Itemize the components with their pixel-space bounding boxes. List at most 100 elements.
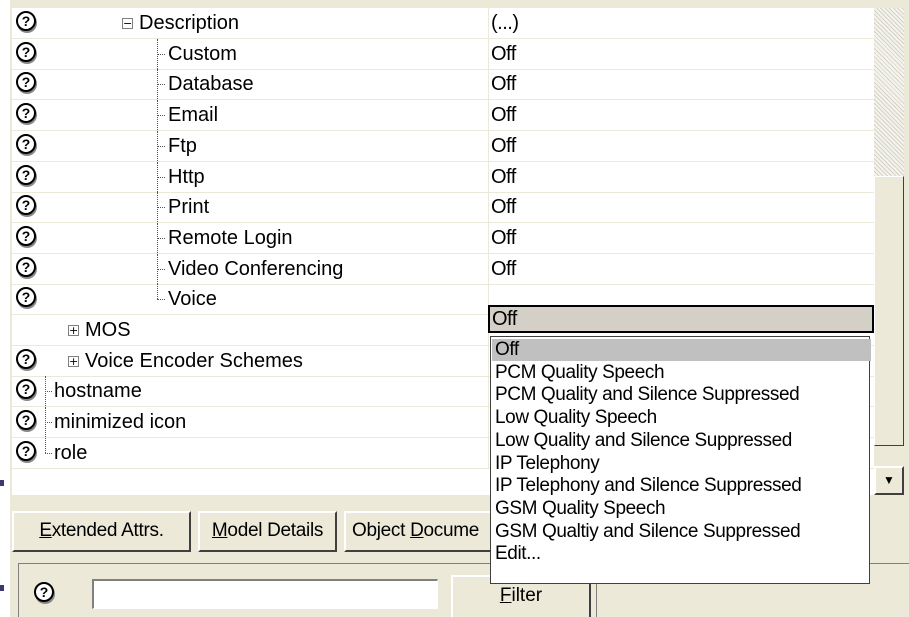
property-name-cell[interactable]: ? Ftp <box>12 131 489 161</box>
property-name: Print <box>168 196 210 218</box>
property-name-cell[interactable]: + MOS <box>12 315 489 345</box>
scrollbar-track[interactable] <box>874 8 904 176</box>
help-icon[interactable]: ? <box>16 379 36 399</box>
property-name: hostname <box>54 380 142 402</box>
property-name-cell[interactable]: ? Email <box>12 100 489 130</box>
property-name: Database <box>168 73 254 95</box>
table-row[interactable]: ? − Description (...) <box>12 8 874 39</box>
edge-marker <box>0 585 4 591</box>
filter-input[interactable] <box>92 579 438 609</box>
property-name: MOS <box>85 319 131 341</box>
help-icon[interactable]: ? <box>16 134 36 154</box>
tree-line <box>157 207 165 208</box>
property-value-cell[interactable]: Off <box>489 162 874 192</box>
dropdown-option[interactable]: Low Quality Speech <box>492 407 871 429</box>
filter-help-icon[interactable]: ? <box>34 582 54 602</box>
property-value-cell[interactable]: Off <box>489 100 874 130</box>
voice-value-combobox[interactable]: Off <box>488 305 874 333</box>
tree-line <box>157 284 158 299</box>
tree-line <box>45 438 46 453</box>
property-value-cell[interactable]: Off <box>489 223 874 253</box>
property-name: Ftp <box>168 135 197 157</box>
property-name-cell[interactable]: ? + Voice Encoder Schemes <box>12 346 489 376</box>
property-name-cell[interactable]: ? Http <box>12 162 489 192</box>
property-value-cell[interactable]: Off <box>489 69 874 99</box>
tree-line <box>157 54 165 55</box>
value-dropdown-list[interactable]: Off PCM Quality Speech PCM Quality and Sil… <box>490 336 871 584</box>
property-name: Remote Login <box>168 227 293 249</box>
property-value-cell[interactable]: Off <box>489 131 874 161</box>
dropdown-option[interactable]: IP Telephony and Silence Suppressed <box>492 475 871 497</box>
tree-line <box>157 84 165 85</box>
help-icon[interactable]: ? <box>16 103 36 123</box>
table-row[interactable]: ? Print Off <box>12 192 874 223</box>
property-name: Description <box>139 12 240 34</box>
edge-marker <box>0 480 4 486</box>
tree-line <box>45 422 52 423</box>
property-name: Video Conferencing <box>168 258 344 280</box>
property-name-cell[interactable]: ? hostname <box>12 376 489 406</box>
model-details-button[interactable]: Model Details <box>198 511 337 552</box>
property-value-cell[interactable]: Off <box>489 254 874 284</box>
property-name: Voice Encoder Schemes <box>85 350 303 372</box>
expand-icon[interactable]: + <box>68 325 79 336</box>
table-row[interactable]: ? Custom Off <box>12 39 874 70</box>
property-name: Voice <box>168 288 217 310</box>
help-icon[interactable]: ? <box>16 287 36 307</box>
dropdown-option[interactable]: PCM Quality and Silence Suppressed <box>492 384 871 406</box>
table-row[interactable]: ? Ftp Off <box>12 131 874 162</box>
help-icon[interactable]: ? <box>16 72 36 92</box>
help-icon[interactable]: ? <box>16 349 36 369</box>
property-value-cell[interactable]: Off <box>489 192 874 222</box>
dropdown-option[interactable]: IP Telephony <box>492 453 871 475</box>
help-icon[interactable]: ? <box>16 195 36 215</box>
tree-line <box>157 115 165 116</box>
property-name: Http <box>168 166 205 188</box>
tree-line <box>157 177 165 178</box>
table-row[interactable]: ? Http Off <box>12 162 874 193</box>
property-name: Email <box>168 104 219 126</box>
property-name-cell[interactable]: ? role <box>12 438 489 468</box>
scrollbar-thumb[interactable] <box>874 176 904 446</box>
object-documentation-button[interactable]: Object Docume <box>344 511 504 552</box>
left-edge-strip <box>0 0 10 617</box>
property-name-cell[interactable]: ? Print <box>12 192 489 222</box>
property-value-cell[interactable]: (...) <box>489 8 874 38</box>
property-name-cell[interactable]: ? Custom <box>12 39 489 69</box>
property-name: role <box>54 442 88 464</box>
table-row[interactable]: ? Database Off <box>12 69 874 100</box>
help-icon[interactable]: ? <box>16 410 36 430</box>
help-icon[interactable]: ? <box>16 257 36 277</box>
property-name-cell[interactable]: ? minimized icon <box>12 407 489 437</box>
tree-line <box>157 269 165 270</box>
help-icon[interactable]: ? <box>16 165 36 185</box>
table-row[interactable]: ? Remote Login Off <box>12 223 874 254</box>
dropdown-option[interactable]: Off <box>492 339 871 361</box>
property-name-cell[interactable]: ? Voice <box>12 284 489 314</box>
property-value-cell[interactable]: Off <box>489 39 874 69</box>
property-name-cell[interactable]: ? − Description <box>12 8 489 38</box>
dropdown-option[interactable]: GSM Quality Speech <box>492 498 871 520</box>
property-name-cell[interactable]: ? Video Conferencing <box>12 254 489 284</box>
property-name-cell[interactable]: ? Database <box>12 69 489 99</box>
collapse-icon[interactable]: − <box>122 18 133 29</box>
table-row[interactable]: ? Email Off <box>12 100 874 131</box>
property-name: Custom <box>168 43 237 65</box>
dropdown-option[interactable]: Low Quality and Silence Suppressed <box>492 430 871 452</box>
help-icon[interactable]: ? <box>16 42 36 62</box>
dropdown-option[interactable]: GSM Qualtiy and Silence Suppressed <box>492 521 871 543</box>
extended-attrs-button[interactable]: Extended Attrs. <box>12 511 191 552</box>
table-row[interactable]: ? Video Conferencing Off <box>12 254 874 285</box>
expand-icon[interactable]: + <box>68 356 79 367</box>
property-name: minimized icon <box>54 411 187 433</box>
property-name-cell[interactable]: ? Remote Login <box>12 223 489 253</box>
help-icon[interactable]: ? <box>16 441 36 461</box>
tree-line <box>157 146 165 147</box>
dropdown-option[interactable]: PCM Quality Speech <box>492 362 871 384</box>
dropdown-option[interactable]: Edit... <box>492 543 871 565</box>
help-icon[interactable]: ? <box>16 226 36 246</box>
arrow-down-icon: ▼ <box>883 473 895 487</box>
help-icon[interactable]: ? <box>16 11 36 31</box>
tree-line <box>45 453 52 454</box>
scroll-down-button[interactable]: ▼ <box>874 466 904 495</box>
